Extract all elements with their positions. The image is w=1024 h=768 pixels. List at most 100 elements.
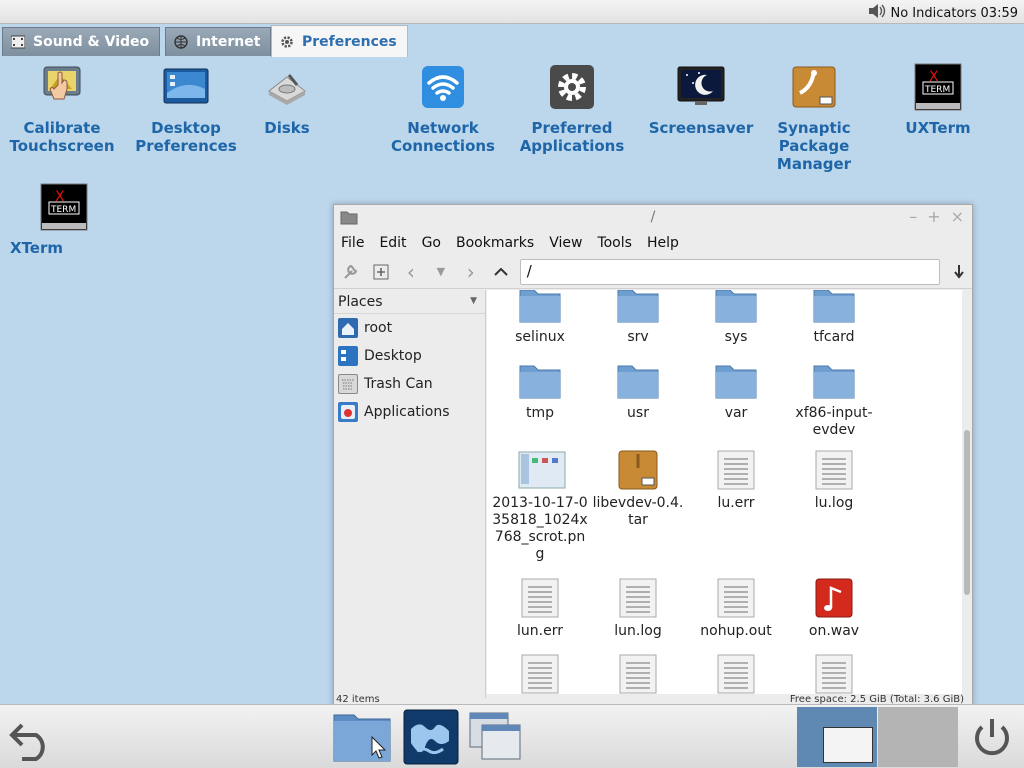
menu-go[interactable]: Go [422, 235, 441, 251]
go-button[interactable] [946, 259, 972, 285]
file-item[interactable]: on.wav [785, 578, 883, 640]
file-item[interactable] [589, 654, 687, 694]
file-icon-view[interactable]: selinux srv sys tfcard tmp usr var xf86-input- … [487, 290, 962, 694]
parent-folder-button[interactable] [488, 259, 514, 285]
file-item[interactable]: tmp [491, 360, 589, 422]
minimize-button[interactable]: – [909, 207, 917, 226]
power-button[interactable] [968, 713, 1016, 765]
up-arrow-icon [494, 267, 508, 276]
launcher-network-connections[interactable]: Network Connections [381, 63, 505, 155]
places-header[interactable]: Places ▼ [334, 290, 485, 314]
wifi-icon [419, 63, 467, 111]
place-applications[interactable]: Applications [334, 398, 485, 426]
file-item[interactable]: lu.log [785, 450, 883, 512]
text-icon [616, 654, 660, 694]
text-icon [812, 654, 856, 694]
launcher-calibrate-touchscreen[interactable]: Calibrate Touchscreen [0, 63, 124, 155]
back-arrow-button[interactable] [8, 715, 56, 765]
launcher-screensaver[interactable]: Screensaver [639, 63, 763, 137]
text-icon [518, 654, 562, 694]
menu-tools[interactable]: Tools [597, 235, 632, 251]
archive-icon [616, 450, 660, 490]
file-item[interactable] [785, 654, 883, 694]
file-name: usr [627, 405, 649, 421]
file-item[interactable] [491, 654, 589, 694]
launcher-synaptic[interactable]: Synaptic Package Manager [752, 63, 876, 173]
file-item[interactable]: nohup.out [687, 578, 785, 640]
file-item[interactable]: lun.log [589, 578, 687, 640]
new-tab-button[interactable] [368, 259, 394, 285]
speaker-icon[interactable] [867, 3, 887, 23]
indicator-text[interactable]: No Indicators [891, 6, 977, 21]
menu-view[interactable]: View [549, 235, 582, 251]
place-label: Trash Can [364, 376, 433, 392]
file-item[interactable]: srv [589, 290, 687, 346]
menu-bookmarks[interactable]: Bookmarks [456, 235, 534, 251]
path-input[interactable]: / [519, 258, 941, 285]
scrollbar-thumb[interactable] [964, 430, 970, 595]
launcher-disks[interactable]: Disks [225, 63, 349, 137]
file-name: lu.log [814, 495, 854, 511]
taskbar-browser[interactable] [403, 709, 459, 768]
launcher-xterm[interactable]: X TERM XTerm [2, 183, 126, 257]
history-dropdown[interactable]: ▼ [428, 259, 454, 285]
windows-icon [469, 712, 521, 760]
tab-label: Internet [196, 34, 261, 50]
close-button[interactable]: × [951, 207, 964, 226]
file-item[interactable]: xf86-input- evdev [785, 360, 883, 439]
folder-icon [333, 714, 391, 762]
moon-screen-icon [677, 63, 725, 111]
terminal-icon: X TERM [40, 183, 88, 231]
chevron-down-icon[interactable]: ▼ [470, 296, 477, 306]
back-button[interactable]: ‹ [398, 259, 424, 285]
launcher-uxterm[interactable]: X TERM UXTerm [876, 63, 1000, 137]
place-root[interactable]: root [334, 314, 485, 342]
window-titlebar[interactable]: / – + × [334, 205, 972, 231]
workspace-1[interactable] [797, 707, 877, 767]
menu-edit[interactable]: Edit [379, 235, 406, 251]
place-label: Applications [364, 404, 450, 420]
launcher-label: Network Connections [391, 119, 495, 155]
file-item[interactable]: selinux [491, 290, 589, 346]
workspace-2[interactable] [878, 707, 958, 767]
applications-icon [338, 402, 358, 422]
tools-button[interactable] [338, 259, 364, 285]
vertical-scrollbar[interactable] [962, 290, 972, 698]
file-item[interactable]: usr [589, 360, 687, 422]
launcher-preferred-applications[interactable]: Preferred Applications [510, 63, 634, 155]
file-name: tmp [525, 405, 554, 421]
tab-sound-video[interactable]: Sound & Video [2, 27, 161, 56]
file-item[interactable]: lu.err [687, 450, 785, 512]
text-icon [714, 450, 758, 490]
file-item[interactable] [687, 654, 785, 694]
image-icon [518, 450, 566, 490]
category-tab-bar: Sound & Video Internet Preferences [0, 24, 1024, 57]
wrench-icon [344, 264, 358, 279]
terminal-icon: X TERM [914, 63, 962, 111]
text-icon [714, 654, 758, 694]
maximize-button[interactable]: + [927, 207, 940, 226]
go-arrow-icon [954, 264, 964, 279]
file-item[interactable]: tfcard [785, 290, 883, 346]
place-label: root [364, 320, 393, 336]
file-item[interactable]: 2013-10-17-0 35818_1024x 768_scrot.pn g [491, 450, 589, 563]
tab-internet[interactable]: Internet [165, 27, 272, 56]
place-trash[interactable]: Trash Can [334, 370, 485, 398]
forward-button[interactable]: › [458, 259, 484, 285]
tab-preferences[interactable]: Preferences [271, 25, 408, 57]
taskbar-file-manager[interactable] [332, 709, 392, 767]
file-item[interactable]: libevdev-0.4. tar [589, 450, 687, 529]
file-item[interactable]: var [687, 360, 785, 422]
indicator-area[interactable]: No Indicators 03:59 [867, 3, 1018, 23]
file-item[interactable]: sys [687, 290, 785, 346]
menu-help[interactable]: Help [647, 235, 679, 251]
file-item[interactable]: lun.err [491, 578, 589, 640]
taskbar-window-switcher[interactable] [468, 711, 522, 767]
place-desktop[interactable]: Desktop [334, 342, 485, 370]
menu-file[interactable]: File [341, 235, 364, 251]
launcher-label: Preferred Applications [519, 119, 625, 155]
clock[interactable]: 03:59 [981, 6, 1018, 21]
workspace-window-thumbnail [823, 727, 873, 763]
launcher-label: Calibrate Touchscreen [9, 119, 115, 155]
top-panel: No Indicators 03:59 [0, 0, 1024, 24]
